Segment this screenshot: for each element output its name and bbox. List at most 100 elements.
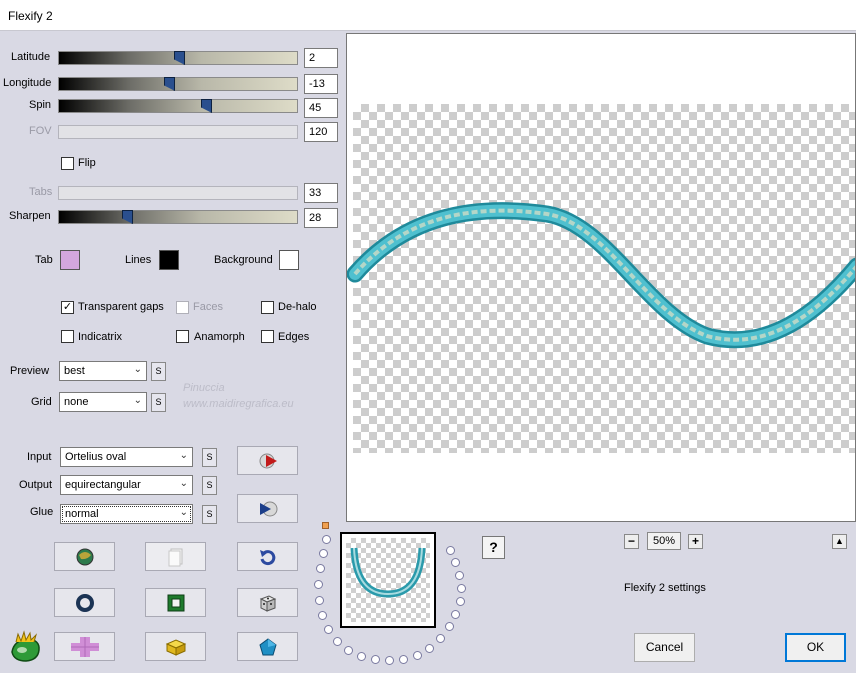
longitude-slider[interactable]	[58, 77, 298, 91]
sharpen-slider[interactable]	[58, 210, 298, 224]
latitude-slider-thumb[interactable]	[174, 51, 185, 65]
collapse-button[interactable]: ▲	[832, 534, 847, 549]
orbit-dot[interactable]	[371, 655, 380, 664]
latitude-input[interactable]: 2	[304, 48, 338, 68]
orbit-dot[interactable]	[385, 656, 394, 665]
output-select[interactable]: equirectangular ⌄	[60, 475, 193, 495]
globe-icon	[76, 548, 93, 565]
orbit-dot[interactable]	[333, 637, 342, 646]
ok-button[interactable]: OK	[785, 633, 846, 662]
de-halo-checkbox[interactable]	[261, 301, 274, 314]
glue-s-button[interactable]: S	[202, 505, 217, 524]
orbit-dot[interactable]	[314, 580, 323, 589]
tabs-input[interactable]: 33	[304, 183, 338, 203]
background-color-label: Background	[214, 254, 273, 266]
faces-label: Faces	[193, 301, 223, 313]
orbit-dot[interactable]	[316, 564, 325, 573]
tab-color-swatch[interactable]	[60, 250, 80, 270]
window-title: Flexify 2	[8, 9, 53, 23]
orbit-dot[interactable]	[455, 571, 464, 580]
spin-slider-thumb[interactable]	[201, 99, 212, 113]
anamorph-checkbox[interactable]	[176, 330, 189, 343]
orbit-dot[interactable]	[315, 596, 324, 605]
spin-input[interactable]: 45	[304, 98, 338, 118]
fov-label: FOV	[29, 125, 52, 137]
orbit-dot[interactable]	[445, 622, 454, 631]
orbit-dot[interactable]	[451, 558, 460, 567]
grid-s-button[interactable]: S	[151, 393, 166, 412]
watermark-line2: www.maidiregrafica.eu	[183, 398, 294, 410]
copy-button[interactable]	[145, 542, 206, 571]
chevron-down-icon: ⌄	[179, 478, 188, 489]
orbit-dot[interactable]	[319, 549, 328, 558]
frame-button[interactable]	[145, 588, 206, 617]
edges-checkbox[interactable]	[261, 330, 274, 343]
sharpen-input[interactable]: 28	[304, 208, 338, 228]
chevron-down-icon: ⌄	[179, 450, 188, 461]
flexify-logo-icon	[11, 630, 40, 662]
preview-select[interactable]: best ⌄	[59, 361, 147, 381]
play-back-button[interactable]	[237, 494, 298, 523]
watermark-line1: Pinuccia	[183, 382, 225, 394]
orbit-dot[interactable]	[324, 625, 333, 634]
ring-button[interactable]	[54, 588, 115, 617]
orbit-dot[interactable]	[413, 651, 422, 660]
indicatrix-label: Indicatrix	[78, 331, 123, 343]
orbit-dot[interactable]	[446, 546, 455, 555]
sharpen-slider-thumb[interactable]	[122, 210, 133, 224]
orbit-dot[interactable]	[451, 610, 460, 619]
preview-label: Preview	[10, 365, 50, 377]
latitude-slider[interactable]	[58, 51, 298, 65]
cube-icon	[165, 638, 186, 656]
cube-button[interactable]	[145, 632, 206, 661]
transparent-gaps-checkbox[interactable]: ✓	[61, 301, 74, 314]
chevron-down-icon: ⌄	[179, 507, 188, 518]
dice-button[interactable]	[237, 588, 298, 617]
input-select[interactable]: Ortelius oval ⌄	[60, 447, 193, 467]
navigator-thumbnail[interactable]	[340, 532, 436, 628]
play-forward-button[interactable]	[237, 446, 298, 475]
longitude-label: Longitude	[3, 77, 52, 89]
pentagon-button[interactable]	[237, 632, 298, 661]
plus-tiles-icon	[70, 636, 99, 657]
orbit-dot[interactable]	[399, 655, 408, 664]
grid-select[interactable]: none ⌄	[59, 392, 147, 412]
longitude-input[interactable]: -13	[304, 74, 338, 94]
preview-s-button[interactable]: S	[151, 362, 166, 381]
orbit-dot[interactable]	[425, 644, 434, 653]
orbit-dot[interactable]	[357, 652, 366, 661]
orbit-dot[interactable]	[318, 611, 327, 620]
orbit-dot[interactable]	[456, 597, 465, 606]
undo-button[interactable]	[237, 542, 298, 571]
glue-label: Glue	[30, 506, 54, 518]
background-color-swatch[interactable]	[279, 250, 299, 270]
flip-checkbox[interactable]	[61, 157, 74, 170]
output-s-button[interactable]: S	[202, 476, 217, 495]
orbit-start-marker[interactable]	[322, 522, 329, 529]
lines-color-swatch[interactable]	[159, 250, 179, 270]
longitude-slider-thumb[interactable]	[164, 77, 175, 91]
tabs-slider	[58, 186, 298, 200]
grid-label: Grid	[31, 396, 52, 408]
zoom-out-button[interactable]: −	[624, 534, 639, 549]
glue-select[interactable]: normal ⌄	[60, 504, 193, 524]
orbit-dot[interactable]	[344, 646, 353, 655]
tabs-label: Tabs	[29, 186, 53, 198]
preview-canvas[interactable]	[346, 33, 856, 522]
copy-icon	[168, 548, 182, 566]
zoom-in-button[interactable]: +	[688, 534, 703, 549]
dice-icon	[259, 594, 276, 612]
indicatrix-checkbox[interactable]	[61, 330, 74, 343]
plus-tiles-button[interactable]	[54, 632, 115, 661]
orbit-dot[interactable]	[436, 634, 445, 643]
fov-input[interactable]: 120	[304, 122, 338, 142]
globe-button[interactable]	[54, 542, 115, 571]
input-s-button[interactable]: S	[202, 448, 217, 467]
orbit-dot[interactable]	[322, 535, 331, 544]
help-button[interactable]: ?	[482, 536, 505, 559]
faces-checkbox	[176, 301, 189, 314]
spin-slider[interactable]	[58, 99, 298, 113]
orbit-dot[interactable]	[457, 584, 466, 593]
cancel-button[interactable]: Cancel	[634, 633, 695, 662]
grid-select-value: none	[64, 396, 89, 408]
